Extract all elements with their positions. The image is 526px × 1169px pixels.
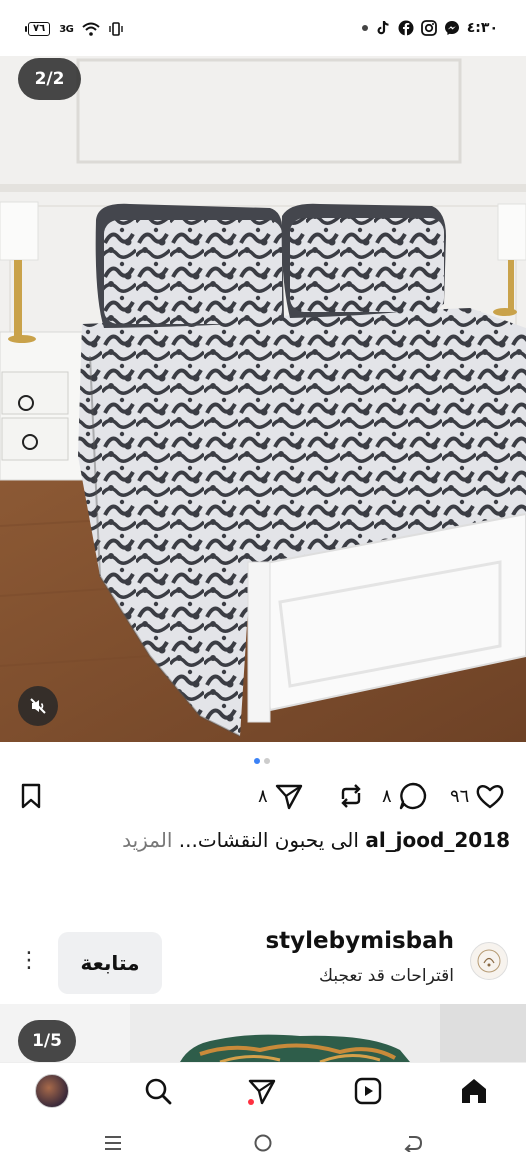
heart-icon bbox=[476, 785, 504, 809]
battery-icon: ٧٦ bbox=[24, 22, 51, 36]
save-button[interactable] bbox=[16, 778, 46, 814]
nav-profile[interactable] bbox=[34, 1073, 70, 1109]
menu-icon bbox=[105, 1136, 121, 1150]
vibrate-icon bbox=[109, 22, 124, 36]
post-image[interactable] bbox=[0, 56, 526, 742]
carousel-dots bbox=[254, 758, 270, 764]
bottom-navigation bbox=[0, 1062, 526, 1118]
carousel-dot bbox=[264, 758, 270, 764]
facebook-icon bbox=[398, 20, 414, 36]
suggested-subtitle: اقتراحات قد تعجبك bbox=[319, 966, 454, 986]
repost-button[interactable] bbox=[336, 778, 366, 814]
logo-icon bbox=[477, 949, 501, 973]
comment-count: ٨ bbox=[382, 785, 392, 807]
status-bar: ٧٦ 3G ٤:٣٠ bbox=[0, 0, 526, 56]
post-actions: ٨ ٨ ٩٦ bbox=[0, 778, 526, 818]
home-icon bbox=[462, 1079, 486, 1103]
next-post-photo-image bbox=[0, 1004, 526, 1062]
more-options-icon[interactable]: ⋮ bbox=[18, 950, 40, 972]
wifi-icon bbox=[82, 22, 101, 36]
send-icon bbox=[248, 1079, 276, 1105]
like-count: ٩٦ bbox=[450, 785, 470, 807]
bookmark-icon bbox=[21, 783, 41, 809]
share-count: ٨ bbox=[258, 785, 268, 807]
profile-avatar bbox=[35, 1074, 69, 1108]
back-button[interactable] bbox=[398, 1128, 428, 1158]
home-system-button[interactable] bbox=[248, 1128, 278, 1158]
circle-icon bbox=[254, 1134, 272, 1152]
clock: ٤:٣٠ bbox=[466, 20, 498, 36]
suggested-account: ⋮ متابعة stylebymisbah اقتراحات قد تعجبك bbox=[0, 920, 526, 1000]
notification-dot-icon bbox=[361, 25, 368, 31]
signal-icon: 3G bbox=[59, 23, 74, 35]
search-icon bbox=[145, 1078, 172, 1105]
follow-button[interactable]: متابعة bbox=[58, 932, 162, 994]
next-post-counter-badge: 1/5 bbox=[18, 1020, 76, 1062]
share-button[interactable]: ٨ bbox=[258, 778, 304, 814]
messenger-icon bbox=[444, 21, 459, 35]
nav-direct[interactable] bbox=[244, 1073, 280, 1109]
nav-search[interactable] bbox=[140, 1073, 176, 1109]
comment-button[interactable]: ٨ bbox=[382, 778, 428, 814]
caption-more-link[interactable]: المزيد bbox=[122, 828, 172, 852]
speaker-muted-icon bbox=[30, 698, 46, 714]
tiktok-icon bbox=[377, 21, 389, 35]
instagram-icon bbox=[420, 20, 437, 36]
nav-reels[interactable] bbox=[350, 1073, 386, 1109]
status-left: ٧٦ 3G bbox=[24, 22, 124, 36]
mute-button[interactable] bbox=[18, 686, 58, 726]
carousel-dot-active bbox=[254, 758, 260, 764]
image-counter-badge: 2/2 bbox=[18, 58, 81, 100]
comment-icon bbox=[399, 782, 426, 810]
suggested-username[interactable]: stylebymisbah bbox=[265, 928, 454, 954]
back-icon bbox=[404, 1136, 423, 1152]
system-navigation bbox=[0, 1118, 526, 1169]
send-icon bbox=[275, 784, 302, 810]
caption-username[interactable]: al_jood_2018 bbox=[365, 828, 510, 852]
repost-icon bbox=[341, 784, 361, 808]
status-right: ٤:٣٠ bbox=[361, 20, 498, 36]
recent-apps-button[interactable] bbox=[98, 1128, 128, 1158]
like-button[interactable]: ٩٦ bbox=[450, 778, 505, 814]
post-caption[interactable]: al_jood_2018 الى يحبون النقشات... المزيد bbox=[122, 828, 510, 852]
bed-photo-image bbox=[0, 56, 526, 742]
suggested-avatar[interactable] bbox=[470, 942, 508, 980]
next-post-image[interactable] bbox=[0, 1004, 526, 1062]
nav-home[interactable] bbox=[456, 1073, 492, 1109]
reels-icon bbox=[354, 1077, 382, 1105]
caption-text: الى يحبون النقشات... bbox=[178, 828, 359, 852]
